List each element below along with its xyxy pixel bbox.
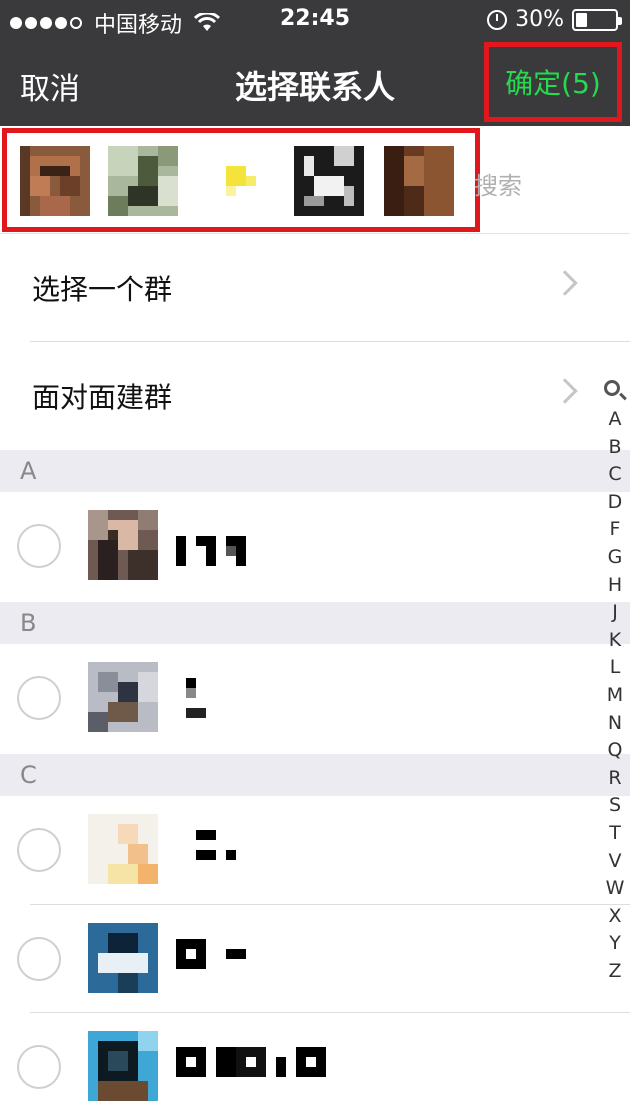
index-letter-j[interactable]: J xyxy=(600,601,630,623)
battery-icon xyxy=(572,8,622,31)
index-letter-d[interactable]: D xyxy=(600,491,630,513)
index-letter-q[interactable]: Q xyxy=(600,739,630,761)
index-letter-m[interactable]: M xyxy=(600,684,630,706)
navigation-bar: 取消 选择联系人 确定(5) xyxy=(0,40,630,126)
status-bar: 中国移动 22:45 30% xyxy=(0,0,630,40)
index-letter-n[interactable]: N xyxy=(600,712,630,734)
section-letter: A xyxy=(20,457,37,485)
contact-name xyxy=(176,536,246,566)
select-radio[interactable] xyxy=(17,937,61,981)
select-group-row[interactable]: 选择一个群 xyxy=(0,234,630,342)
battery-percent: 30% xyxy=(515,7,564,32)
contact-row[interactable] xyxy=(0,905,600,1013)
contact-avatar xyxy=(88,662,158,732)
contact-avatar xyxy=(88,814,158,884)
contact-name xyxy=(176,939,246,969)
selected-avatar[interactable] xyxy=(206,146,276,216)
contact-row[interactable] xyxy=(0,492,600,600)
index-letter-k[interactable]: K xyxy=(600,629,630,651)
select-radio[interactable] xyxy=(17,676,61,720)
contact-row[interactable] xyxy=(0,796,600,904)
section-letter: C xyxy=(20,761,37,789)
index-letter-f[interactable]: F xyxy=(600,518,630,540)
index-letter-a[interactable]: A xyxy=(600,408,630,430)
alarm-icon xyxy=(487,9,508,30)
search-icon[interactable] xyxy=(604,380,620,396)
face-to-face-label: 面对面建群 xyxy=(32,381,173,414)
section-header-b: B xyxy=(0,602,630,644)
section-header-a: A xyxy=(0,450,630,492)
search-input[interactable]: 搜索 xyxy=(474,166,522,201)
select-radio[interactable] xyxy=(17,828,61,872)
contact-row[interactable] xyxy=(0,644,600,752)
contact-row[interactable] xyxy=(0,1013,600,1118)
contact-avatar xyxy=(88,923,158,993)
select-group-label: 选择一个群 xyxy=(32,273,173,306)
contact-name xyxy=(186,678,206,718)
index-letter-h[interactable]: H xyxy=(600,574,630,596)
select-radio[interactable] xyxy=(17,1045,61,1089)
section-letter: B xyxy=(20,609,37,637)
confirm-label: 确定(5) xyxy=(505,67,601,100)
index-letter-l[interactable]: L xyxy=(600,656,630,678)
confirm-button[interactable]: 确定(5) xyxy=(484,42,622,122)
index-letter-g[interactable]: G xyxy=(600,546,630,568)
index-letter-x[interactable]: X xyxy=(600,905,630,927)
index-letter-w[interactable]: W xyxy=(600,877,630,899)
selected-avatar[interactable] xyxy=(108,146,178,216)
index-letter-c[interactable]: C xyxy=(600,463,630,485)
select-radio[interactable] xyxy=(17,524,61,568)
chevron-right-icon xyxy=(552,270,578,296)
status-right: 30% xyxy=(487,7,622,32)
index-letter-y[interactable]: Y xyxy=(600,932,630,954)
index-letter-s[interactable]: S xyxy=(600,794,630,816)
contact-name xyxy=(196,830,236,860)
chevron-right-icon xyxy=(552,378,578,404)
contact-avatar xyxy=(88,1031,158,1101)
index-letter-v[interactable]: V xyxy=(600,850,630,872)
index-letter-z[interactable]: Z xyxy=(600,960,630,982)
index-letter-t[interactable]: T xyxy=(600,822,630,844)
section-header-c: C xyxy=(0,754,630,796)
battery-level xyxy=(576,12,587,27)
face-to-face-group-row[interactable]: 面对面建群 xyxy=(0,342,630,450)
selected-contacts-bar: 搜索 xyxy=(0,126,630,234)
selected-avatar[interactable] xyxy=(384,146,454,216)
index-letter-r[interactable]: R xyxy=(600,767,630,789)
index-letter-b[interactable]: B xyxy=(600,436,630,458)
selected-avatar[interactable] xyxy=(294,146,364,216)
contact-avatar xyxy=(88,510,158,580)
contact-name xyxy=(176,1047,326,1077)
selected-avatar[interactable] xyxy=(20,146,90,216)
